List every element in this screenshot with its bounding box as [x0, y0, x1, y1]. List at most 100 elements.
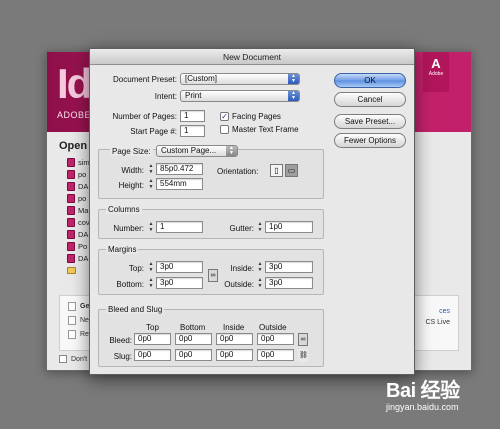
margin-inside-label: Inside:: [230, 264, 254, 273]
new-features-label: Ne: [80, 317, 89, 324]
facing-pages-label: Facing Pages: [232, 112, 281, 121]
recent-item-label: DA: [78, 253, 89, 263]
margin-outside-input[interactable]: 3p0: [265, 277, 313, 289]
master-text-frame-label: Master Text Frame: [232, 125, 299, 134]
dialog-title[interactable]: New Document: [90, 49, 414, 65]
document-preset-value: [Custom]: [185, 74, 218, 83]
recent-item-label: po: [78, 193, 87, 203]
margin-outside-stepper-icon[interactable]: ▲ ▼: [256, 277, 264, 289]
new-features-link[interactable]: Ne: [68, 316, 89, 325]
recent-item-label: DA: [78, 229, 89, 239]
open-folder-item[interactable]: [67, 264, 90, 276]
height-input[interactable]: 554mm: [156, 178, 203, 190]
services-link[interactable]: ces: [425, 306, 450, 317]
slug-outside-input[interactable]: 0p0: [257, 349, 294, 361]
margin-top-label: Top:: [128, 264, 144, 273]
bleed-bottom-input[interactable]: 0p0: [175, 333, 212, 345]
dont-show-label: Don't: [71, 355, 88, 363]
document-preset-select[interactable]: [Custom] ▲ ▼: [180, 73, 300, 85]
margin-bottom-input[interactable]: 3p0: [156, 277, 203, 289]
fewer-options-button[interactable]: Fewer Options: [334, 133, 406, 148]
slug-bottom-input[interactable]: 0p0: [175, 349, 212, 361]
margin-top-input[interactable]: 3p0: [156, 261, 203, 273]
page-icon: [68, 316, 76, 325]
page-size-select[interactable]: Custom Page... ▲ ▼: [156, 145, 238, 157]
columns-number-input[interactable]: 1: [156, 221, 203, 233]
popup-arrows-icon: ▲ ▼: [226, 146, 237, 156]
ok-button[interactable]: OK: [334, 73, 406, 88]
intent-label: Intent:: [154, 92, 177, 101]
portrait-orientation-icon[interactable]: ▯: [270, 164, 283, 177]
bleed-slug-title: Bleed and Slug: [106, 305, 165, 314]
margin-outside-label: Outside:: [224, 280, 254, 289]
document-icon: [67, 217, 75, 227]
bleed-header-bottom: Bottom: [180, 323, 206, 332]
baidu-url: jingyan.baidu.com: [386, 402, 459, 412]
orientation-label: Orientation:: [217, 167, 259, 176]
new-document-dialog: New Document Document Preset: [Custom] ▲…: [89, 48, 415, 375]
getting-started-link[interactable]: Ge: [68, 302, 89, 311]
height-label: Height:: [118, 181, 144, 190]
bleed-header-inside: Inside: [223, 323, 245, 332]
bleed-outside-input[interactable]: 0p0: [257, 333, 294, 345]
facing-pages-checkbox[interactable]: ✓: [220, 112, 229, 121]
cancel-button[interactable]: Cancel: [334, 92, 406, 107]
master-text-frame-checkbox[interactable]: [220, 125, 229, 134]
margin-inside-input[interactable]: 3p0: [265, 261, 313, 273]
page-icon: [68, 330, 76, 339]
baidu-logo-text: Bai 经验: [386, 380, 460, 402]
recent-item-label: Po: [78, 241, 88, 251]
margin-top-stepper-icon[interactable]: ▲ ▼: [147, 261, 155, 273]
recent-item-label: cov: [78, 217, 90, 227]
slug-chain-icon[interactable]: ⛓: [298, 349, 308, 362]
slug-inside-input[interactable]: 0p0: [216, 349, 253, 361]
slug-top-input[interactable]: 0p0: [134, 349, 171, 361]
recent-item[interactable]: DA: [67, 228, 90, 240]
recent-item[interactable]: Ma: [67, 204, 90, 216]
recent-item[interactable]: sim: [67, 156, 90, 168]
page-size-value: Custom Page...: [161, 146, 217, 155]
intent-value: Print: [185, 91, 202, 100]
page-icon: [68, 302, 76, 311]
width-label: Width:: [121, 166, 144, 175]
dont-show-checkbox[interactable]: [59, 355, 67, 363]
gutter-input[interactable]: 1p0: [265, 221, 313, 233]
save-preset-button[interactable]: Save Preset...: [334, 114, 406, 129]
margin-bottom-label: Bottom:: [116, 280, 144, 289]
document-icon: [67, 193, 75, 203]
dont-show-again[interactable]: Don't: [59, 355, 87, 363]
landscape-orientation-icon[interactable]: ▭: [285, 164, 298, 177]
cs-live-label[interactable]: CS Live: [425, 317, 450, 328]
gutter-stepper-icon[interactable]: ▲ ▼: [256, 221, 264, 233]
recent-documents-list: sim po DA po Ma cov DA Po DA: [67, 156, 90, 276]
recent-item[interactable]: DA: [67, 252, 90, 264]
margin-bottom-stepper-icon[interactable]: ▲ ▼: [147, 277, 155, 289]
document-icon: [67, 205, 75, 215]
number-of-pages-input[interactable]: 1: [180, 110, 205, 122]
recent-item[interactable]: Po: [67, 240, 90, 252]
getting-started-label: Ge: [80, 303, 90, 310]
start-page-input[interactable]: 1: [180, 125, 205, 137]
recent-item[interactable]: po: [67, 168, 90, 180]
height-stepper-icon[interactable]: ▲ ▼: [147, 178, 155, 190]
document-icon: [67, 253, 75, 263]
margin-inside-stepper-icon[interactable]: ▲ ▼: [256, 261, 264, 273]
width-stepper-icon[interactable]: ▲ ▼: [147, 163, 155, 175]
margins-title: Margins: [106, 245, 139, 254]
intent-select[interactable]: Print ▲ ▼: [180, 90, 300, 102]
page-size-label: Page Size:: [110, 147, 153, 156]
bleed-top-input[interactable]: 0p0: [134, 333, 171, 345]
recent-item-label: DA: [78, 181, 89, 191]
columns-stepper-icon[interactable]: ▲ ▼: [147, 221, 155, 233]
recent-item[interactable]: cov: [67, 216, 90, 228]
bleed-inside-input[interactable]: 0p0: [216, 333, 253, 345]
folder-icon: [67, 266, 76, 274]
start-page-label: Start Page #:: [130, 127, 177, 136]
cs-live-area: ces CS Live: [425, 306, 450, 328]
number-of-pages-label: Number of Pages:: [112, 112, 177, 121]
bleed-chain-icon[interactable]: ∞: [298, 333, 308, 346]
recent-item[interactable]: po: [67, 192, 90, 204]
width-input[interactable]: 85p0.472: [156, 163, 203, 175]
recent-item[interactable]: DA: [67, 180, 90, 192]
recent-item-label: sim: [78, 157, 90, 167]
